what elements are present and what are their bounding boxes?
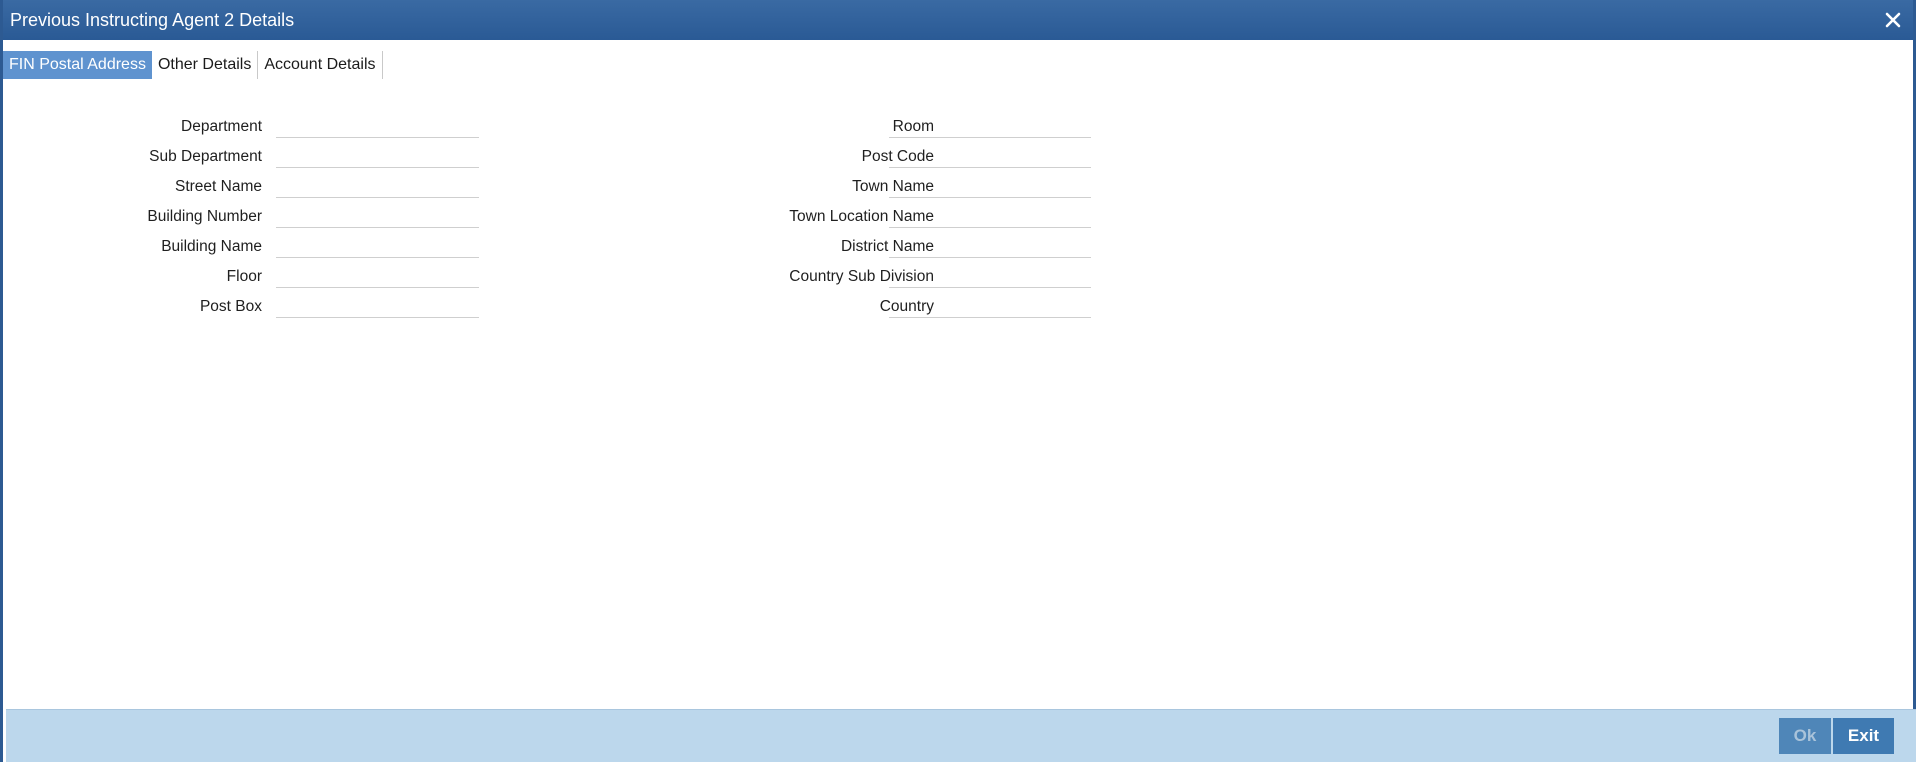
ok-button[interactable]: Ok xyxy=(1779,718,1831,754)
form-row-town-name: Town Name xyxy=(563,174,1093,204)
sub-department-field[interactable] xyxy=(276,144,479,168)
street-name-field[interactable] xyxy=(276,174,479,198)
district-name-field[interactable] xyxy=(889,234,1091,258)
country-sub-division-field[interactable] xyxy=(889,264,1091,288)
form-row-country-sub-division: Country Sub Division xyxy=(563,264,1093,294)
form-row-building-number: Building Number xyxy=(3,204,483,234)
country-field[interactable] xyxy=(889,294,1091,318)
building-name-label: Building Name xyxy=(161,238,262,255)
dialog-title: Previous Instructing Agent 2 Details xyxy=(10,10,295,30)
sub-department-label: Sub Department xyxy=(149,148,262,165)
room-field[interactable] xyxy=(889,114,1091,138)
dialog-window: Previous Instructing Agent 2 Details FIN… xyxy=(0,0,1916,762)
post-box-field[interactable] xyxy=(276,294,479,318)
department-field[interactable] xyxy=(276,114,479,138)
tab-other-details[interactable]: Other Details xyxy=(152,51,259,79)
post-code-field[interactable] xyxy=(889,144,1091,168)
post-box-label: Post Box xyxy=(199,298,262,315)
building-number-field[interactable] xyxy=(276,204,479,228)
form-row-floor: Floor xyxy=(3,264,483,294)
building-number-label: Building Number xyxy=(147,208,262,225)
form-column-left: Department Sub Department Street Name Bu… xyxy=(3,114,483,324)
form-row-street-name: Street Name xyxy=(3,174,483,204)
tab-account-details[interactable]: Account Details xyxy=(258,51,383,79)
department-label: Department xyxy=(181,118,262,135)
floor-field[interactable] xyxy=(276,264,479,288)
form-row-post-code: Post Code xyxy=(563,144,1093,174)
title-bar: Previous Instructing Agent 2 Details xyxy=(3,0,1913,40)
town-name-field[interactable] xyxy=(889,174,1091,198)
close-icon xyxy=(1885,12,1901,28)
building-name-field[interactable] xyxy=(276,234,479,258)
close-button[interactable] xyxy=(1879,6,1907,34)
tab-fin-postal-address[interactable]: FIN Postal Address xyxy=(3,51,152,79)
form-column-right: Room Post Code Town Name Town Location N… xyxy=(563,114,1093,324)
street-name-label: Street Name xyxy=(174,178,262,195)
form-row-room: Room xyxy=(563,114,1093,144)
form-row-district-name: District Name xyxy=(563,234,1093,264)
form-row-post-box: Post Box xyxy=(3,294,483,324)
tab-bar: FIN Postal Address Other Details Account… xyxy=(3,51,383,79)
form-row-building-name: Building Name xyxy=(3,234,483,264)
form-row-department: Department xyxy=(3,114,483,144)
form-row-country: Country xyxy=(563,294,1093,324)
form-row-sub-department: Sub Department xyxy=(3,144,483,174)
form-row-town-location-name: Town Location Name xyxy=(563,204,1093,234)
footer-bar: Ok Exit xyxy=(6,709,1916,762)
town-location-name-field[interactable] xyxy=(889,204,1091,228)
exit-button[interactable]: Exit xyxy=(1833,718,1894,754)
floor-label: Floor xyxy=(226,268,262,285)
